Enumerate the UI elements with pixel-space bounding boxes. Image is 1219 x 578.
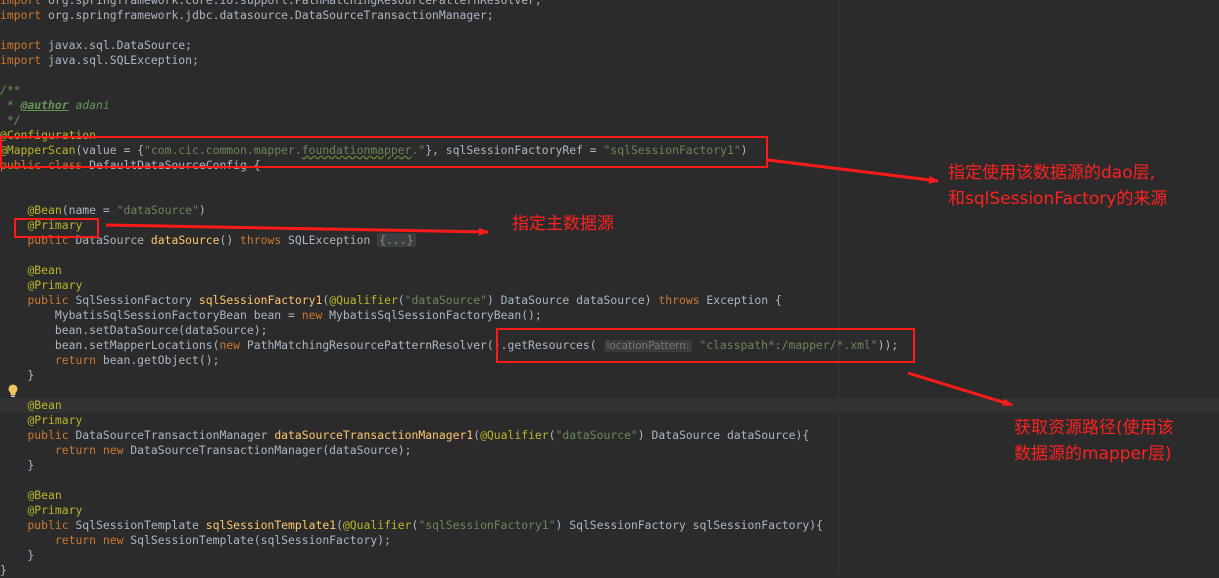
annotation-arrows — [105, 158, 1013, 407]
resource-path-note: 获取资源路径(使用该 数据源的mapper层) — [1014, 418, 1174, 464]
arrow-get-resources — [907, 371, 1013, 407]
primary-note: 指定主数据源 — [512, 214, 614, 234]
arrow-primary — [105, 223, 489, 236]
arrow-mapper-scan — [767, 158, 939, 184]
mapper-scan-note: 指定使用该数据源的dao层, 和sqlSessionFactory的来源 — [948, 163, 1168, 209]
